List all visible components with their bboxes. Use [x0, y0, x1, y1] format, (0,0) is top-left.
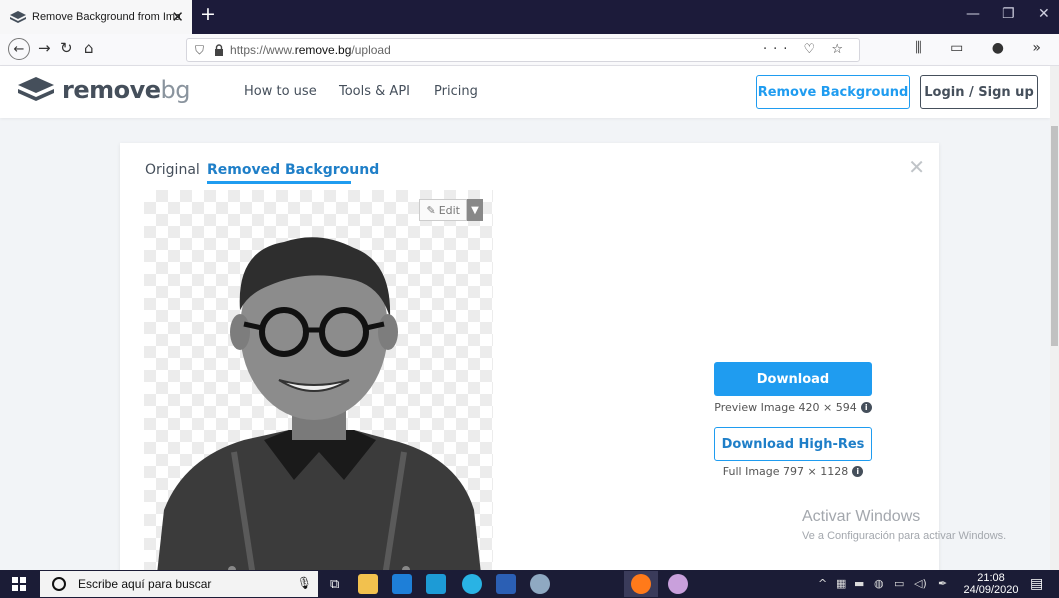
- logo-mark-icon: [18, 77, 54, 101]
- info-icon[interactable]: i: [852, 466, 864, 477]
- cortana-icon: [52, 577, 66, 591]
- display-icon[interactable]: ▭: [894, 577, 904, 590]
- scrollbar-thumb[interactable]: [1051, 126, 1058, 346]
- reload-icon[interactable]: ↻: [60, 39, 73, 57]
- file-explorer-icon[interactable]: [358, 574, 378, 594]
- system-clock[interactable]: 21:08 24/09/2020: [960, 572, 1022, 596]
- shield-icon[interactable]: ⛉: [195, 43, 204, 58]
- snipping-tool-icon[interactable]: [668, 574, 688, 594]
- nav-tools-api[interactable]: Tools & API: [339, 84, 410, 99]
- toolbar-icons[interactable]: ⫼ ▭ ● »: [915, 40, 1053, 56]
- window-close-icon[interactable]: ✕: [1038, 6, 1050, 22]
- logo-text: removebg: [62, 76, 191, 104]
- url-text[interactable]: https://www.remove.bg/upload: [230, 43, 391, 57]
- back-arrow-icon[interactable]: ←: [8, 38, 30, 60]
- tab-removed-background[interactable]: Removed Background: [207, 162, 379, 178]
- full-image-caption: Full Image 797 × 1128 i: [673, 465, 913, 478]
- task-view-icon[interactable]: ⧉: [330, 577, 339, 592]
- activation-watermark-subtitle: Ve a Configuración para activar Windows.: [802, 530, 1007, 542]
- network-icon[interactable]: ◍: [874, 577, 884, 590]
- pencil-icon: ✎: [426, 203, 436, 217]
- new-tab-icon[interactable]: +: [200, 3, 216, 25]
- edge-browser-icon[interactable]: [462, 574, 482, 594]
- tab-original[interactable]: Original: [145, 162, 200, 178]
- tray-app-icon[interactable]: ▦: [836, 577, 846, 590]
- browser-tab-strip: Remove Background from Image ✕ + — ❐ ✕: [0, 0, 1059, 34]
- info-icon[interactable]: i: [860, 402, 872, 413]
- result-image-preview: ✎ Edit ▼: [144, 190, 493, 583]
- edit-dropdown[interactable]: ✎ Edit ▼: [419, 199, 483, 221]
- taskbar-search-input[interactable]: Escribe aquí para buscar 🎙: [40, 571, 318, 597]
- forward-arrow-icon[interactable]: →: [38, 39, 51, 57]
- microphone-icon[interactable]: 🎙: [297, 576, 312, 590]
- edit-button[interactable]: ✎ Edit: [419, 199, 467, 221]
- windows-taskbar: Escribe aquí para buscar 🎙 ⧉ ^ ▦ ▬ ◍ ▭ ◁…: [0, 570, 1059, 598]
- close-icon[interactable]: ✕: [908, 155, 925, 179]
- chevron-down-icon[interactable]: ▼: [467, 199, 483, 221]
- nav-pricing[interactable]: Pricing: [434, 84, 478, 99]
- tab-title: Remove Background from Image: [32, 11, 180, 23]
- removebg-favicon-icon: [10, 11, 26, 23]
- windows-start-icon[interactable]: [12, 577, 26, 591]
- mail-icon[interactable]: [392, 574, 412, 594]
- tray-chevron-icon[interactable]: ^: [818, 577, 827, 590]
- preview-caption: Preview Image 420 × 594 i: [673, 401, 913, 414]
- login-signup-button[interactable]: Login / Sign up: [920, 75, 1038, 109]
- lock-icon[interactable]: [214, 44, 224, 56]
- download-button[interactable]: Download: [714, 362, 872, 396]
- nav-how-to-use[interactable]: How to use: [244, 84, 317, 99]
- site-header: removebg How to use Tools & API Pricing …: [0, 66, 1050, 118]
- url-bar[interactable]: ⛉ https://www.remove.bg/upload ··· ♡ ☆: [186, 38, 860, 62]
- person-cutout-image: [156, 237, 482, 583]
- restore-icon[interactable]: ❐: [1002, 6, 1015, 22]
- activation-watermark-title: Activar Windows: [802, 508, 921, 525]
- remove-background-button[interactable]: Remove Background: [756, 75, 910, 109]
- page-scrollbar[interactable]: [1050, 66, 1059, 570]
- page-actions-icons[interactable]: ··· ♡ ☆: [763, 42, 849, 57]
- battery-icon[interactable]: ▬: [854, 577, 864, 590]
- browser-navbar: ← → ↻ ⌂ ⛉ https://www.remove.bg/upload ·…: [0, 34, 1059, 66]
- removebg-logo[interactable]: removebg: [18, 76, 191, 104]
- home-icon[interactable]: ⌂: [84, 39, 94, 57]
- photos-app-icon[interactable]: [426, 574, 446, 594]
- tab-close-icon[interactable]: ✕: [171, 8, 184, 26]
- minimize-icon[interactable]: —: [966, 6, 980, 22]
- word-icon[interactable]: [496, 574, 516, 594]
- firefox-icon[interactable]: [631, 574, 651, 594]
- notification-icon[interactable]: ▤: [1030, 576, 1043, 592]
- volume-icon[interactable]: ◁): [914, 577, 927, 590]
- paint-icon[interactable]: [530, 574, 550, 594]
- pen-icon[interactable]: ✒: [938, 577, 947, 590]
- browser-tab[interactable]: Remove Background from Image ✕: [0, 0, 192, 34]
- download-high-res-button[interactable]: Download High-Res: [714, 427, 872, 461]
- active-tab-indicator: [207, 181, 351, 184]
